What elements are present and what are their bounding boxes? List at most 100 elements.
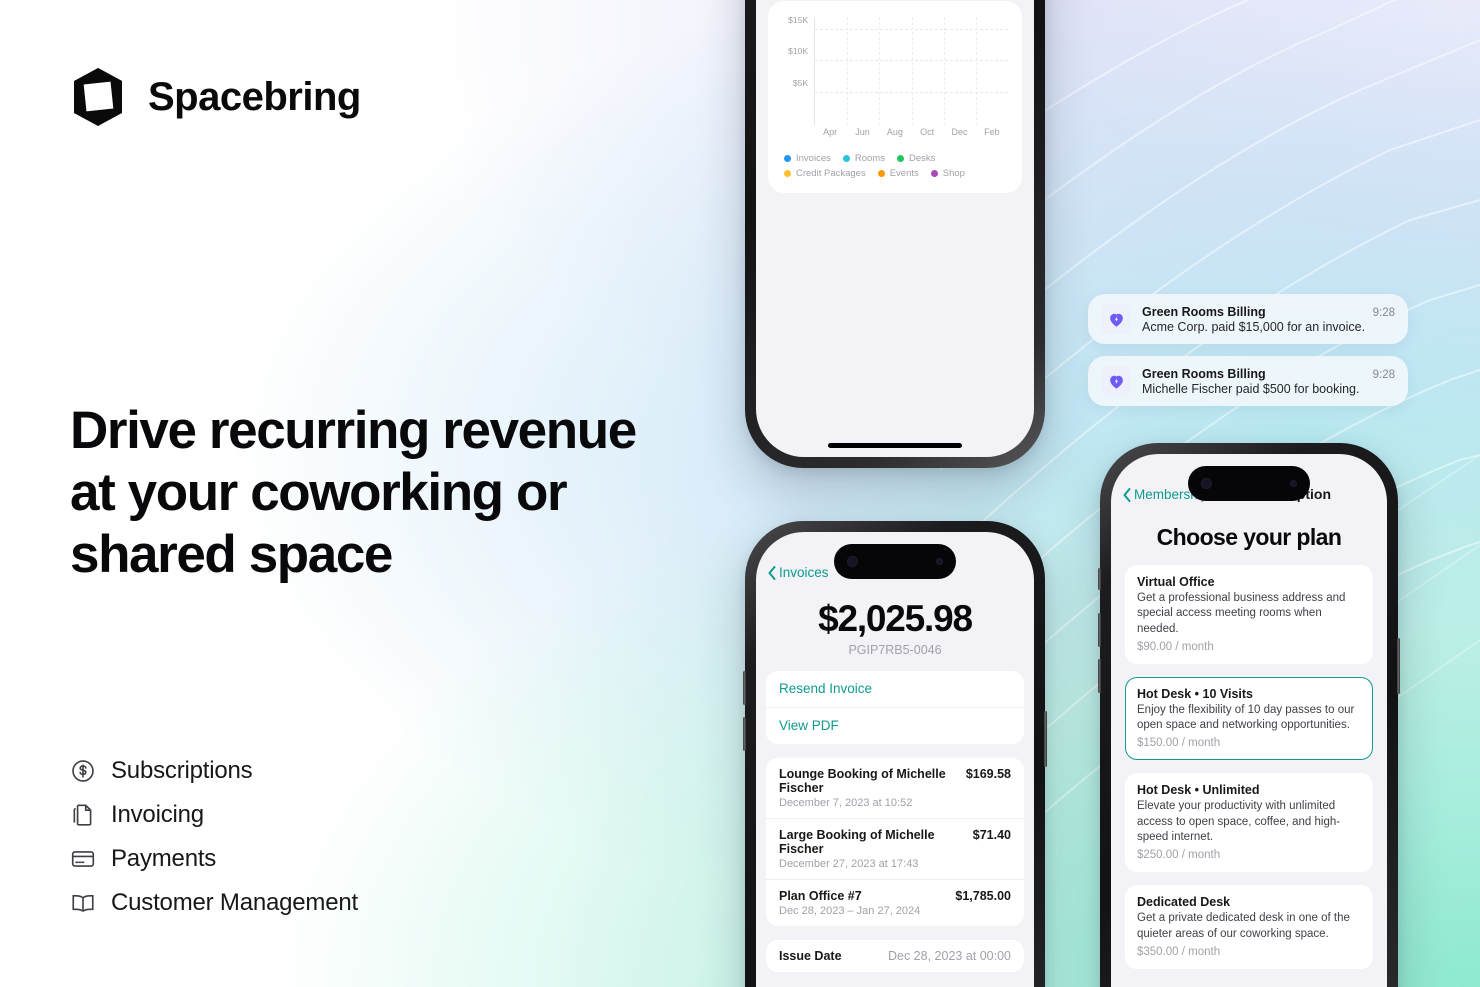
home-indicator[interactable] [828, 443, 962, 448]
legend-color-dot [842, 155, 850, 162]
chart-legend: Invoices Rooms Desks Credit Packages Events S… [780, 143, 1010, 181]
plan-name: Hot Desk • 10 Visits [1137, 686, 1254, 701]
feature-item-customer-management: Customer Management [70, 889, 358, 917]
legend-item[interactable]: Events [877, 168, 919, 179]
notification-time: 9:28 [1372, 306, 1395, 319]
volume-down-button[interactable] [1098, 659, 1101, 693]
line-item-amount: $169.58 [965, 767, 1011, 781]
volume-bar-chart: $5K $10K $15K Apr Jun Aug Oct Dec Feb [780, 15, 1010, 143]
plan-description: Get a professional business address and … [1137, 592, 1346, 635]
heart-bolt-icon [1109, 375, 1123, 389]
line-item[interactable]: Lounge Booking of Michelle Fischer $169.… [766, 758, 1024, 818]
legend-item[interactable]: Rooms [842, 153, 885, 164]
notification-body: Green Rooms Billing 9:28 Michelle Fische… [1142, 367, 1395, 396]
vertical-gridline [847, 17, 849, 125]
notification-card[interactable]: Green Rooms Billing 9:28 Michelle Fische… [1088, 356, 1408, 406]
resend-invoice-button[interactable]: Resend Invoice [766, 671, 1024, 707]
vertical-gridline [911, 17, 913, 125]
brand-lockup: Spacebring [70, 66, 361, 128]
line-item[interactable]: Plan Office #7 $1,785.00 Dec 28, 2023 – … [766, 879, 1024, 926]
legend-item[interactable]: Desks [896, 153, 935, 164]
issue-date-label: Issue Date [779, 949, 842, 963]
dashboard-screen: 1020304050 AprJunAugOctDecFeb InvoicesRo… [756, 0, 1034, 457]
plan-price: $350.00 / month [1137, 945, 1221, 958]
line-item-amount: $71.40 [972, 828, 1011, 842]
spacebring-cube-icon [74, 68, 122, 126]
mute-switch[interactable] [1098, 568, 1101, 590]
plan-description: Enjoy the flexibility of 10 day passes t… [1137, 703, 1355, 732]
subscription-phone: Membership Subscription Choose your plan… [1098, 443, 1400, 987]
power-button[interactable] [1044, 711, 1047, 767]
dashboard-phone: 1020304050 AprJunAugOctDecFeb InvoicesRo… [745, 0, 1045, 468]
front-camera-icon [1201, 478, 1212, 489]
x-axis-tick: Oct [920, 127, 935, 137]
subscription-screen: Membership Subscription Choose your plan… [1111, 454, 1387, 987]
back-label: Invoices [779, 565, 829, 580]
y-axis-tick: $5K [792, 78, 808, 89]
line-item-title: Lounge Booking of Michelle Fischer [779, 767, 946, 795]
legend-color-dot [784, 170, 791, 177]
plan-price: $150.00 / month [1137, 737, 1221, 750]
plan-card-virtual-office[interactable]: Virtual Office Get a professional busine… [1125, 565, 1373, 664]
x-axis-tick: Apr [823, 127, 838, 137]
open-book-icon [72, 895, 94, 912]
plan-price: $250.00 / month [1137, 849, 1221, 862]
feature-label: Invoicing [111, 801, 204, 828]
invoice-screen: Invoices Invoice $2,025.98 PGIP7RB5-0046… [756, 532, 1034, 987]
credit-card-icon [71, 851, 95, 867]
x-axis-tick: Jun [855, 127, 870, 137]
volume-up-button[interactable] [743, 671, 746, 705]
hero-left-column: Spacebring Drive recurring revenue at yo… [70, 0, 710, 987]
invoice-actions-group: Resend Invoice View PDF [766, 671, 1024, 744]
front-camera-icon [847, 556, 858, 567]
dashboard-scroll-area[interactable]: 1020304050 AprJunAugOctDecFeb InvoicesRo… [756, 0, 1034, 457]
notification-title: Green Rooms Billing [1142, 304, 1266, 319]
notification-stack: Green Rooms Billing 9:28 Acme Corp. paid… [1088, 294, 1408, 406]
vertical-gridline [975, 17, 977, 125]
notification-card[interactable]: Green Rooms Billing 9:28 Acme Corp. paid… [1088, 294, 1408, 344]
headline-line-2: at your coworking or [70, 463, 568, 522]
line-item-subtitle: December 7, 2023 at 10:52 [779, 797, 913, 809]
chart-card-volume: $5K $10K $15K Apr Jun Aug Oct Dec Feb Invoices R… [768, 1, 1022, 193]
y-axis-labels: $5K $10K $15K [780, 15, 810, 125]
plan-card-hot-desk-unlimited[interactable]: Hot Desk • Unlimited Elevate your produc… [1125, 773, 1373, 873]
legend-item[interactable]: Invoices [784, 153, 831, 164]
plan-price: $90.00 / month [1137, 640, 1214, 653]
chevron-left-icon [768, 565, 776, 580]
vertical-gridline [943, 17, 945, 125]
feature-label: Payments [111, 845, 217, 872]
legend-color-dot [930, 170, 938, 177]
invoice-number: PGIP7RB5-0046 [848, 643, 942, 657]
notification-message: Acme Corp. paid $15,000 for an invoice. [1142, 319, 1366, 334]
plan-card-hot-desk-10-visits[interactable]: Hot Desk • 10 Visits Enjoy the flexibili… [1125, 676, 1373, 761]
face-id-sensor-icon [1290, 480, 1297, 487]
line-item[interactable]: Large Booking of Michelle Fischer $71.40… [766, 818, 1024, 879]
line-item-subtitle: December 27, 2023 at 17:43 [779, 858, 919, 870]
view-pdf-label: View PDF [779, 718, 839, 733]
dynamic-island [1188, 466, 1310, 501]
plan-name: Dedicated Desk [1137, 895, 1231, 910]
feature-label: Subscriptions [111, 757, 253, 784]
dollar-circle-icon [72, 760, 94, 782]
plan-name: Virtual Office [1137, 575, 1215, 589]
legend-label: Shop [942, 168, 965, 179]
volume-down-button[interactable] [743, 717, 746, 751]
document-copy-icon [73, 804, 92, 826]
heart-bolt-icon [1109, 313, 1123, 327]
legend-item[interactable]: Shop [930, 168, 965, 179]
legend-item[interactable]: Credit Packages [784, 168, 866, 179]
volume-up-button[interactable] [1098, 613, 1101, 647]
legend-label: Credit Packages [796, 168, 866, 179]
payment-section-label: PAYMENT [756, 972, 1034, 987]
headline-line-1: Drive recurring revenue [70, 401, 637, 460]
notification-time: 9:28 [1372, 368, 1395, 381]
notification-body: Green Rooms Billing 9:28 Acme Corp. paid… [1142, 305, 1395, 334]
brand-name: Spacebring [148, 74, 361, 119]
power-button[interactable] [1397, 638, 1400, 694]
back-to-invoices-button[interactable]: Invoices [768, 565, 829, 580]
choose-plan-heading: Choose your plan [1156, 524, 1342, 550]
plan-card-dedicated-desk[interactable]: Dedicated Desk Get a private dedicated d… [1125, 885, 1373, 969]
chevron-left-icon [1123, 487, 1131, 502]
view-pdf-button[interactable]: View PDF [766, 707, 1024, 744]
invoice-line-items-group: Lounge Booking of Michelle Fischer $169.… [766, 758, 1024, 926]
